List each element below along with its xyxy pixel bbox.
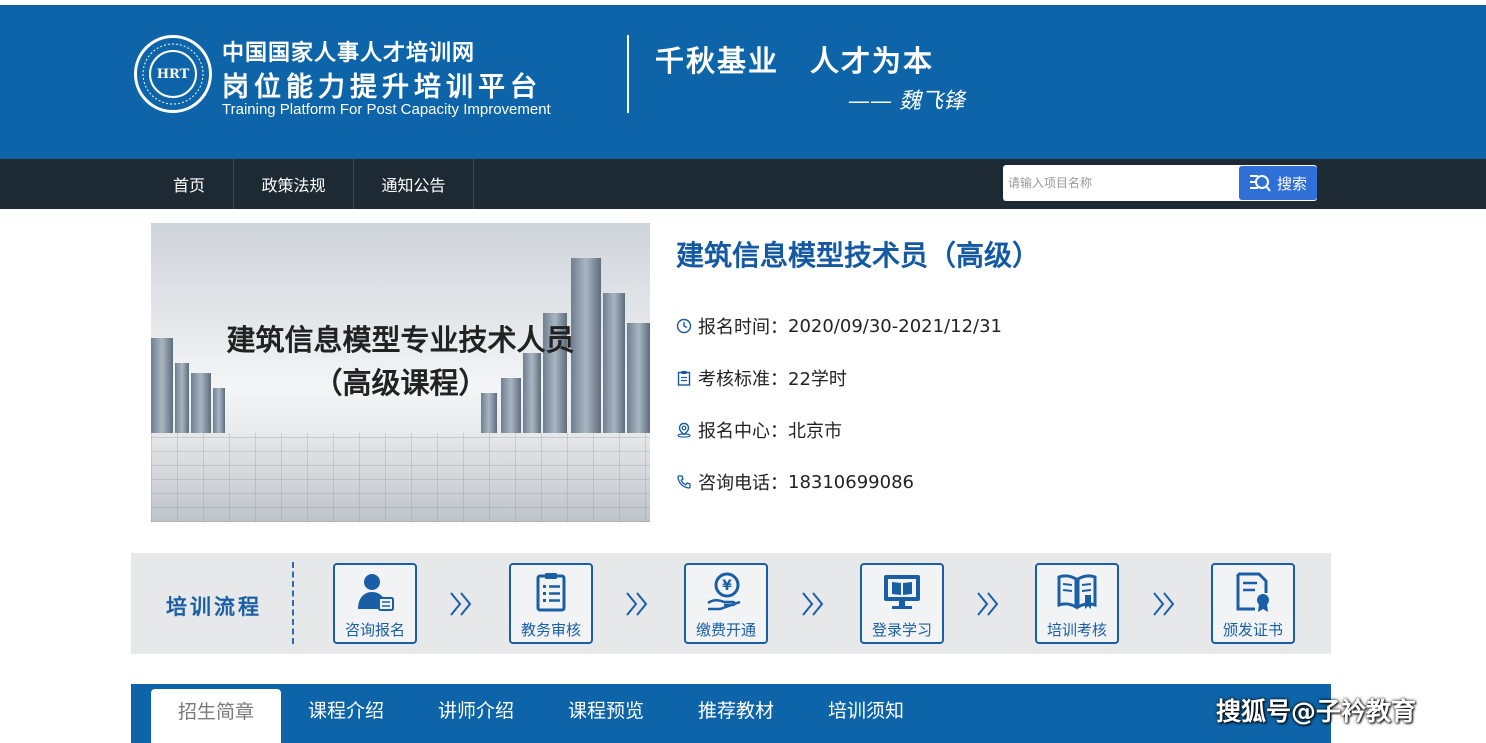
content-tabs: 招生简章 课程介绍 讲师介绍 课程预览 推荐教材 培训须知 — [131, 684, 1331, 743]
step-label: 咨询报名 — [344, 621, 405, 639]
site-banner: HRT 中国国家人事人才培训网 岗位能力提升培训平台 Training Plat… — [0, 5, 1486, 159]
certificate-icon — [1236, 572, 1269, 612]
phone-icon — [676, 474, 692, 490]
chevron-double-right-icon — [977, 592, 999, 616]
course-cover-image: 建筑信息模型专业技术人员 （高级课程） — [151, 223, 650, 522]
tab-enrollment-guide[interactable]: 招生简章 — [151, 689, 281, 743]
org-name: 中国国家人事人才培训网 — [222, 40, 476, 66]
nav-item-home[interactable]: 首页 — [145, 159, 234, 209]
chevron-double-right-icon — [626, 592, 648, 616]
monitor-book-icon — [884, 575, 920, 609]
logo-mark: HRT — [149, 50, 197, 98]
clipboard-list-icon — [536, 573, 566, 612]
info-center: 报名中心： 北京市 — [676, 418, 842, 442]
search-button[interactable]: 搜索 — [1239, 166, 1317, 200]
step-label: 缴费开通 — [695, 621, 756, 639]
tab-training-notice[interactable]: 培训须知 — [801, 689, 931, 729]
nav-item-policy[interactable]: 政策法规 — [234, 159, 354, 209]
course-title: 建筑信息模型技术员（高级） — [676, 239, 1041, 272]
platform-english-name: Training Platform For Post Capacity Impr… — [222, 101, 551, 118]
process-step-payment[interactable]: ¥ 缴费开通 — [684, 563, 768, 644]
info-value: 22学时 — [788, 369, 847, 390]
chevron-double-right-icon — [802, 592, 824, 616]
tab-course-preview[interactable]: 课程预览 — [541, 689, 671, 729]
info-label: 咨询电话： — [698, 473, 788, 494]
open-book-icon — [1057, 574, 1097, 610]
slogan: 千秋基业 人才为本 — [655, 44, 935, 78]
location-icon — [676, 422, 692, 438]
svg-text:¥: ¥ — [722, 578, 732, 594]
process-step-review[interactable]: 教务审核 — [509, 563, 593, 644]
chevron-double-right-icon — [450, 592, 472, 616]
user-id-icon — [358, 574, 394, 611]
info-value: 2020/09/30-2021/12/31 — [788, 315, 1002, 337]
info-phone: 咨询电话： 18310699086 — [676, 470, 914, 494]
tab-lecturer-intro[interactable]: 讲师介绍 — [411, 689, 541, 729]
step-label: 颁发证书 — [1222, 621, 1283, 639]
site-logo[interactable]: HRT — [134, 35, 212, 113]
process-step-login-study[interactable]: 登录学习 — [860, 563, 944, 644]
info-label: 考核标准： — [698, 369, 788, 390]
banner-divider — [627, 35, 629, 113]
search-box: 搜索 — [1003, 165, 1317, 201]
info-value: 北京市 — [788, 421, 842, 442]
chevron-double-right-icon — [1153, 592, 1175, 616]
info-assessment: 考核标准： 22学时 — [676, 366, 847, 390]
info-label: 报名时间： — [698, 317, 788, 338]
process-step-certificate[interactable]: 颁发证书 — [1211, 563, 1295, 644]
step-label: 登录学习 — [871, 621, 932, 639]
cover-title-line1: 建筑信息模型专业技术人员 — [226, 323, 575, 357]
tab-course-intro[interactable]: 课程介绍 — [281, 689, 411, 729]
cover-title-line2: （高级课程） — [313, 366, 488, 400]
search-input[interactable] — [1003, 165, 1239, 201]
process-label: 培训流程 — [166, 595, 262, 619]
page: HRT 中国国家人事人才培训网 岗位能力提升培训平台 Training Plat… — [0, 0, 1486, 743]
clipboard-icon — [676, 370, 692, 386]
clock-icon — [676, 318, 692, 334]
info-enroll-time: 报名时间： 2020/09/30-2021/12/31 — [676, 314, 1002, 338]
process-step-consult[interactable]: 咨询报名 — [333, 563, 417, 644]
process-step-assessment[interactable]: 培训考核 — [1035, 563, 1119, 644]
watermark: 搜狐号@子衿教育 — [1216, 697, 1417, 726]
cover-floor — [151, 433, 650, 522]
main-nav: 首页 政策法规 通知公告 搜索 — [0, 159, 1486, 209]
nav-item-notice[interactable]: 通知公告 — [354, 159, 474, 209]
info-label: 报名中心： — [698, 421, 788, 442]
search-icon — [1249, 175, 1271, 192]
process-divider — [292, 562, 294, 644]
tab-recommended-books[interactable]: 推荐教材 — [671, 689, 801, 729]
yuan-hand-icon: ¥ — [707, 572, 741, 611]
training-process: 培训流程 咨询报名 教务审核 ¥ 缴费开通 登录学习 培训考核 颁发证书 — [131, 553, 1331, 654]
platform-name: 岗位能力提升培训平台 — [222, 72, 542, 103]
search-button-label: 搜索 — [1276, 174, 1307, 193]
slogan-signature: —— 魏飞锋 — [848, 89, 965, 114]
info-value: 18310699086 — [788, 471, 914, 493]
step-label: 教务审核 — [520, 621, 581, 639]
step-label: 培训考核 — [1046, 621, 1107, 639]
